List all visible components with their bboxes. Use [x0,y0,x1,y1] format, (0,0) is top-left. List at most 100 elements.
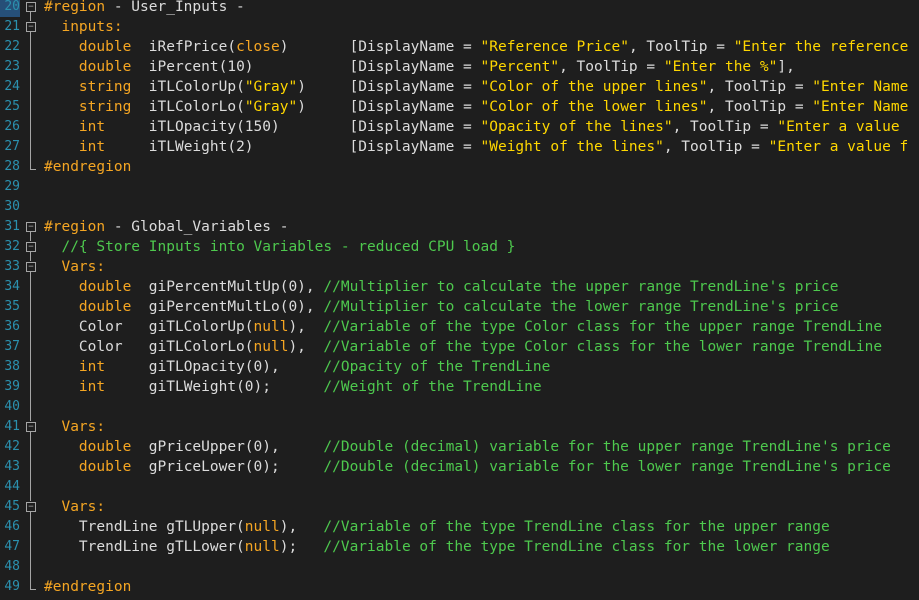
line-number: 25 [4,99,20,114]
fold-guide-line [24,77,38,97]
code-token: int [78,359,106,375]
fold-guide-line [24,277,38,297]
fold-gutter-empty [24,197,38,217]
code-line[interactable]: 28 #endregion [0,157,919,177]
code-token: , ToolTip = [663,139,769,155]
fold-collapse-icon[interactable]: − [24,257,38,277]
line-number: 30 [4,199,20,214]
code-token: //Double (decimal) variable for the uppe… [323,439,891,455]
code-token: iPercent(10) [DisplayName = [131,59,481,75]
line-number: 40 [4,399,20,414]
code-line[interactable]: 41− Vars: [0,417,919,437]
code-line[interactable]: 40 [0,397,919,417]
code-token: Vars: [61,259,106,275]
code-line[interactable]: 47 TrendLine gTLLower(null); //Variable … [0,537,919,557]
code-token: "Gray" [244,79,298,95]
code-line[interactable]: 31− #region - Global_Variables - [0,217,919,237]
code-token: ) [DisplayName = [297,99,481,115]
code-line[interactable]: 34 double giPercentMultUp(0), //Multipli… [0,277,919,297]
code-token: "Enter a value f [768,139,909,155]
code-text: int giTLOpacity(0), //Opacity of the Tre… [44,357,550,377]
code-line[interactable]: 27 int iTLWeight(2) [DisplayName = "Weig… [0,137,919,157]
code-line[interactable]: 23 double iPercent(10) [DisplayName = "P… [0,57,919,77]
code-text: #endregion [44,577,131,597]
code-line[interactable]: 35 double giPercentMultLo(0), //Multipli… [0,297,919,317]
code-token: "Reference Price" [480,39,629,55]
code-token: //Variable of the type Color class for t… [323,339,883,355]
code-line[interactable]: 20− #region - User_Inputs - [0,0,919,17]
code-line[interactable]: 36 Color giTLColorUp(null), //Variable o… [0,317,919,337]
code-token: iTLOpacity(150) [DisplayName = [105,119,481,135]
code-line[interactable]: 46 TrendLine gTLUpper(null), //Variable … [0,517,919,537]
code-token: gPriceLower(0); [131,459,324,475]
code-line[interactable]: 49 #endregion [0,577,919,597]
code-text: inputs: [44,17,122,37]
code-line[interactable]: 44 [0,477,919,497]
code-line[interactable]: 48 [0,557,919,577]
code-line[interactable]: 39 int giTLWeight(0); //Weight of the Tr… [0,377,919,397]
fold-guide-line [24,457,38,477]
code-token: null [244,539,280,555]
code-line[interactable]: 42 double gPriceUpper(0), //Double (deci… [0,437,919,457]
code-token: Color giTLColorUp( [44,319,254,335]
line-number: 21 [4,19,20,34]
code-token: close [236,39,280,55]
code-line[interactable]: 29 [0,177,919,197]
code-text: double gPriceUpper(0), //Double (decimal… [44,437,891,457]
line-number: 35 [4,299,20,314]
code-token: ); [279,539,324,555]
code-line[interactable]: 37 Color giTLColorLo(null), //Variable o… [0,337,919,357]
code-line[interactable]: 21− inputs: [0,17,919,37]
fold-guide-line [24,557,38,577]
code-line[interactable]: 45− Vars: [0,497,919,517]
code-token: ) [DisplayName = [297,79,481,95]
code-token: - User_Inputs - [105,0,245,15]
line-number: 27 [4,139,20,154]
fold-guide-line [24,357,38,377]
code-text: Vars: [44,417,105,437]
code-editor[interactable]: 20− #region - User_Inputs -21− inputs: 22 … [0,0,919,600]
code-text: //{ Store Inputs into Variables - reduce… [44,237,515,257]
fold-collapse-icon[interactable]: − [24,0,38,17]
line-number: 33 [4,259,20,274]
code-line[interactable]: 38 int giTLOpacity(0), //Opacity of the … [0,357,919,377]
code-token: , ToolTip = [672,119,778,135]
code-token: #endregion [44,159,132,175]
code-line[interactable]: 33− Vars: [0,257,919,277]
line-number: 32 [4,239,20,254]
fold-collapse-icon[interactable]: − [24,237,38,257]
code-line[interactable]: 30 [0,197,919,217]
code-token: string [78,99,132,115]
code-token: //{ Store Inputs into Variables - reduce… [61,239,516,255]
code-text: string iTLColorLo("Gray") [DisplayName =… [44,97,908,117]
fold-guide-line [24,297,38,317]
code-text: string iTLColorUp("Gray") [DisplayName =… [44,77,908,97]
code-line[interactable]: 24 string iTLColorUp("Gray") [DisplayNam… [0,77,919,97]
fold-collapse-icon[interactable]: − [24,17,38,37]
fold-collapse-icon[interactable]: − [24,217,38,237]
line-number: 29 [4,179,20,194]
code-token: "Color of the lower lines" [480,99,708,115]
code-token: gPriceUpper(0), [131,439,324,455]
code-line[interactable]: 22 double iRefPrice(close) [DisplayName … [0,37,919,57]
code-line[interactable]: 26 int iTLOpacity(150) [DisplayName = "O… [0,117,919,137]
fold-guide-line [24,437,38,457]
line-number: 36 [4,319,20,334]
code-line[interactable]: 32− //{ Store Inputs into Variables - re… [0,237,919,257]
code-line[interactable]: 25 string iTLColorLo("Gray") [DisplayNam… [0,97,919,117]
code-token: //Variable of the type TrendLine class f… [323,539,830,555]
fold-collapse-icon[interactable]: − [24,417,38,437]
code-line[interactable]: 43 double gPriceLower(0); //Double (deci… [0,457,919,477]
code-text: #region - Global_Variables - [44,217,288,237]
code-token: ], [777,59,795,75]
fold-guide-line [24,517,38,537]
fold-collapse-icon[interactable]: − [24,497,38,517]
code-token: #region [44,219,106,235]
code-token: , ToolTip = [559,59,664,75]
code-token: "Enter the reference [733,39,909,55]
line-number: 46 [4,519,20,534]
